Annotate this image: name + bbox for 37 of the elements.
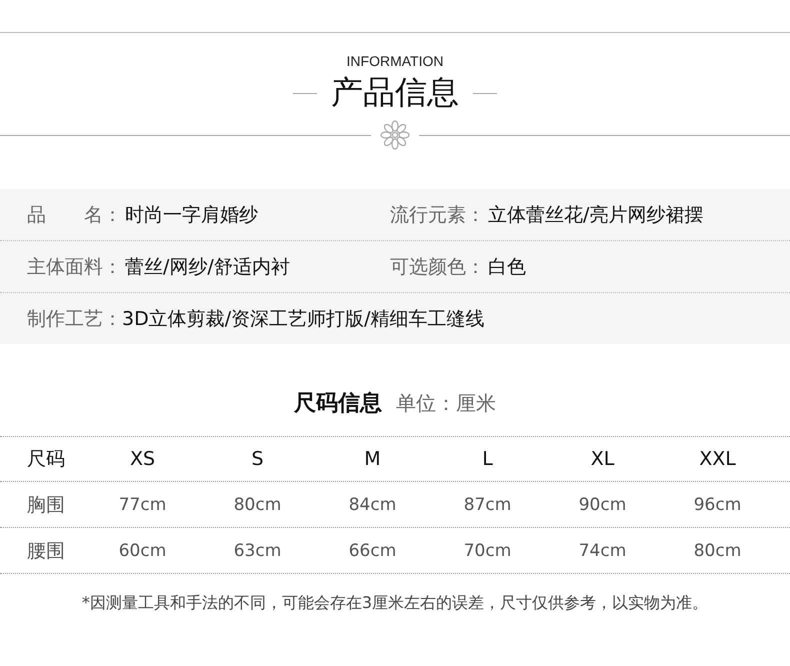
table-cell-text: 74cm <box>578 540 628 560</box>
field-value: 立体蕾丝花/亮片网纱裙摆 <box>488 202 704 228</box>
field-label: 流行元素： <box>390 202 486 228</box>
field-label: 制作工艺： <box>27 306 122 332</box>
section-subtitle: INFORMATION <box>346 53 444 69</box>
table-cell-text: 80cm <box>692 540 742 560</box>
table-cell-text: 96cm <box>692 494 742 514</box>
section-title: 产品信息 <box>331 72 459 113</box>
field-value: 蕾丝/网纱/舒适内衬 <box>125 254 290 280</box>
column-header: M <box>363 448 382 470</box>
footnote: *因测量工具和手法的不同，可能会存在3厘米左右的误差，尺寸仅供参考，以实物为准。 <box>80 593 710 614</box>
field-label: 品 名： <box>27 202 123 228</box>
field-value: 3D立体剪裁/资深工艺师打版/精细车工缝线 <box>122 306 485 332</box>
column-header: XXL <box>698 448 737 470</box>
table-cell-text: 77cm <box>118 494 168 514</box>
flower-ornament-icon <box>379 119 411 151</box>
row-header: 胸围 <box>27 492 66 518</box>
column-header: L <box>481 448 494 470</box>
field-value: 白色 <box>488 254 526 280</box>
field-label: 可选颜色： <box>390 254 486 280</box>
column-header: 尺码 <box>27 447 66 472</box>
table-cell-text: 84cm <box>348 494 398 514</box>
size-title: 尺码信息 <box>294 390 382 418</box>
table-cell-text: 63cm <box>232 540 282 560</box>
table-cell-text: 87cm <box>462 494 512 514</box>
table-cell-text: 80cm <box>232 494 282 514</box>
column-header: S <box>250 448 265 470</box>
table-cell-text: 60cm <box>118 540 168 560</box>
table-cell-text: 90cm <box>578 494 628 514</box>
column-header: XS <box>128 448 156 470</box>
unit-label: 单位：厘米 <box>396 390 496 417</box>
table-cell-text: 66cm <box>348 540 398 560</box>
row-header: 腰围 <box>27 538 66 564</box>
field-value: 时尚一字肩婚纱 <box>125 202 258 228</box>
field-label: 主体面料： <box>27 254 123 280</box>
table-cell-text: 70cm <box>462 540 512 560</box>
column-header: XL <box>590 448 616 470</box>
